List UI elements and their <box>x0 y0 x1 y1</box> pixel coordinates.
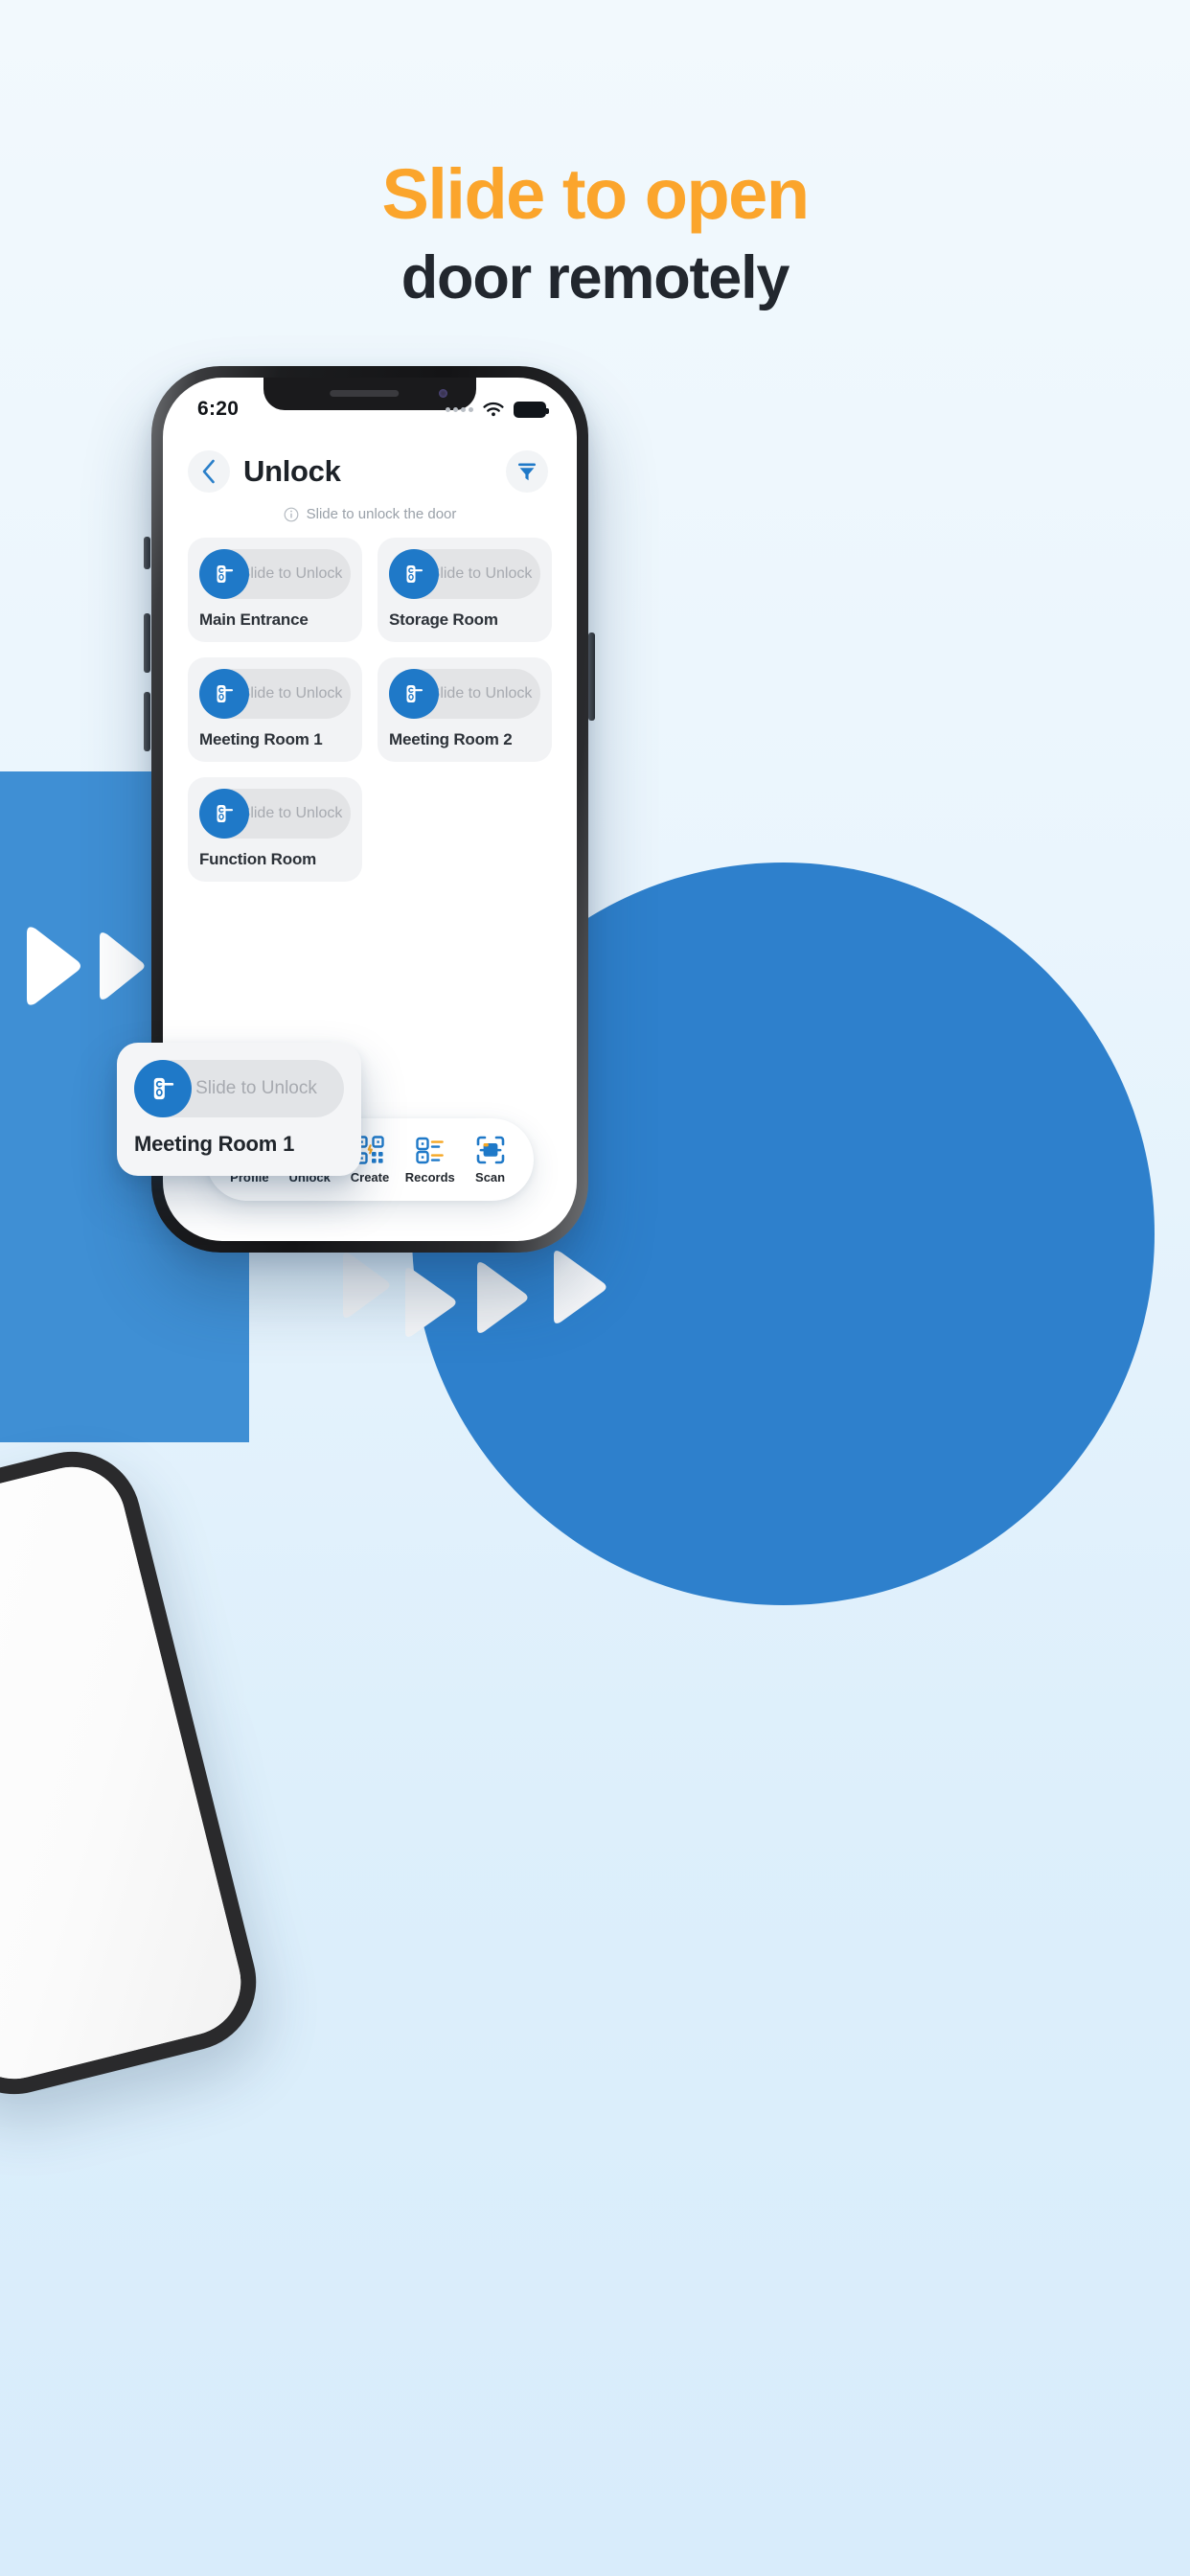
slide-to-unlock-track[interactable]: Slide to Unlock <box>389 669 540 719</box>
nav-label: Records <box>404 1170 455 1184</box>
slide-to-unlock-track[interactable]: Slide to Unlock <box>389 549 540 599</box>
filter-button[interactable] <box>506 450 548 493</box>
door-handle-icon[interactable] <box>389 669 439 719</box>
door-card[interactable]: Slide to Unlock Meeting Room 2 <box>378 657 552 762</box>
door-handle-icon[interactable] <box>199 549 249 599</box>
slide-to-unlock-track[interactable]: Slide to Unlock <box>134 1060 344 1117</box>
headline-line-1: Slide to open <box>381 154 810 234</box>
status-time: 6:20 <box>197 398 240 420</box>
hint-row: Slide to unlock the door <box>163 506 577 522</box>
phone-volume-down-button <box>144 692 150 751</box>
door-card[interactable]: Slide to Unlock Meeting Room 1 <box>188 657 362 762</box>
door-name: Main Entrance <box>199 610 309 629</box>
magnified-door-card[interactable]: Slide to Unlock Meeting Room 1 <box>117 1043 361 1176</box>
door-card[interactable]: Slide to Unlock Function Room <box>188 777 362 882</box>
status-bar: 6:20 <box>163 378 577 431</box>
door-name: Meeting Room 2 <box>389 730 513 748</box>
headline-line-2: door remotely <box>400 244 790 312</box>
filter-funnel-icon <box>518 463 536 481</box>
back-button[interactable] <box>188 450 230 493</box>
door-card[interactable]: Slide to Unlock Main Entrance <box>188 538 362 642</box>
door-name: Meeting Room 1 <box>199 730 323 748</box>
records-list-icon <box>416 1137 444 1164</box>
slide-to-unlock-track[interactable]: Slide to Unlock <box>199 549 351 599</box>
hint-text: Slide to unlock the door <box>306 506 457 522</box>
app-header: Unlock <box>163 431 577 493</box>
slide-to-unlock-track[interactable]: Slide to Unlock <box>199 669 351 719</box>
slide-to-unlock-track[interactable]: Slide to Unlock <box>199 789 351 839</box>
signal-dots-icon <box>446 406 473 412</box>
status-indicators <box>446 401 549 418</box>
phone-volume-up-button <box>144 613 150 673</box>
nav-label: Scan <box>475 1170 506 1184</box>
phone-power-button <box>588 632 595 721</box>
door-name: Meeting Room 1 <box>134 1132 295 1156</box>
door-card[interactable]: Slide to Unlock Storage Room <box>378 538 552 642</box>
battery-full-icon <box>514 401 549 418</box>
info-circle-icon <box>284 507 299 521</box>
door-grid: Slide to Unlock Main Entrance Slide to U… <box>163 522 577 882</box>
scan-frame-icon <box>476 1136 504 1164</box>
chevron-left-icon <box>202 459 215 484</box>
door-handle-icon[interactable] <box>199 789 249 839</box>
secondary-phone-decor <box>0 1437 271 2109</box>
nav-item-scan[interactable]: Scan <box>461 1135 520 1184</box>
wifi-icon <box>483 402 504 417</box>
phone-mute-switch <box>144 537 150 569</box>
nav-label: Create <box>350 1170 390 1184</box>
door-name: Storage Room <box>389 610 498 629</box>
door-handle-icon[interactable] <box>199 669 249 719</box>
door-name: Function Room <box>199 850 317 868</box>
nav-item-records[interactable]: Records <box>400 1135 460 1184</box>
promo-headline: Slide to open door remotely <box>0 158 1190 310</box>
door-handle-icon[interactable] <box>134 1060 192 1117</box>
page-title: Unlock <box>243 454 341 488</box>
door-handle-icon[interactable] <box>389 549 439 599</box>
